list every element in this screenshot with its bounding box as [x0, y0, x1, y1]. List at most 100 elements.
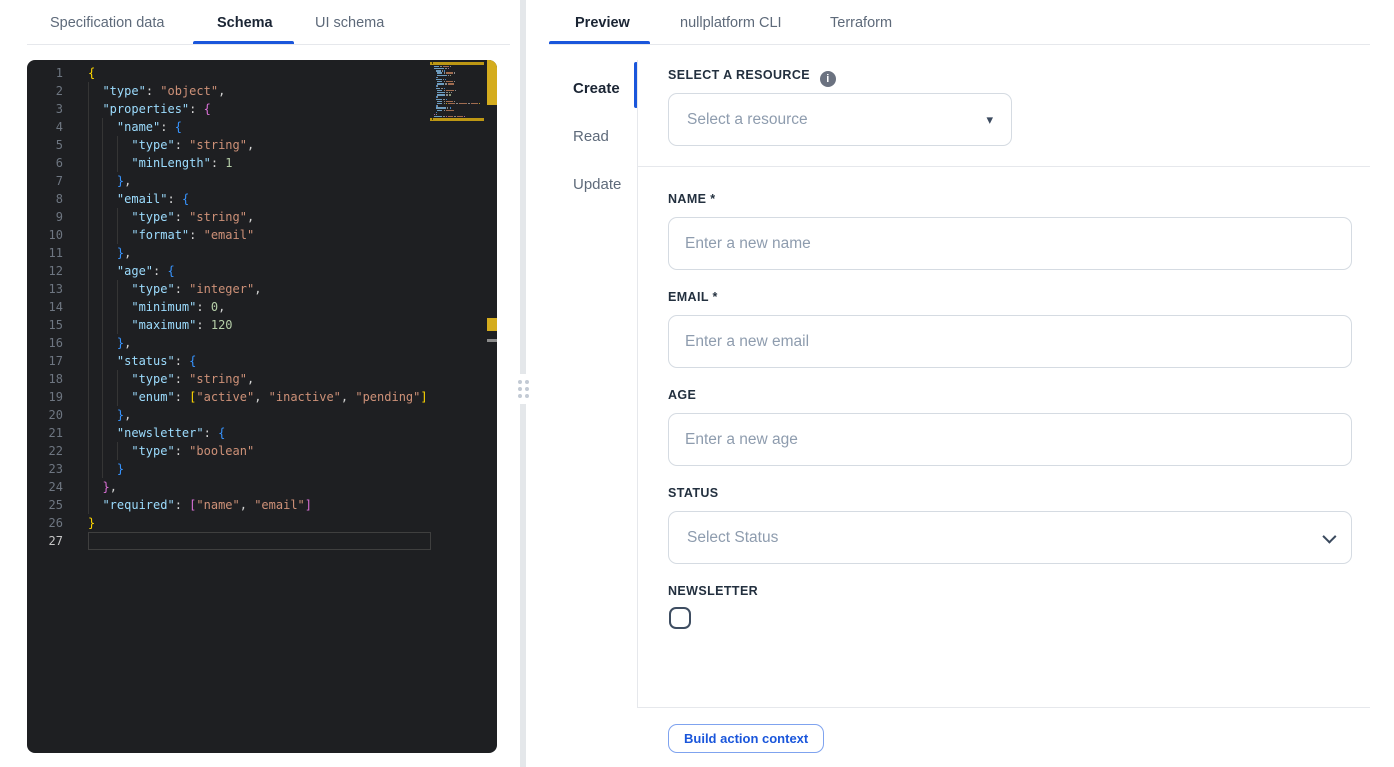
line-number: 2 [55, 84, 63, 98]
age-input[interactable] [668, 413, 1352, 466]
code-text: }, [116, 174, 132, 188]
code-text: }, [102, 480, 117, 494]
line-number: 21 [48, 426, 63, 440]
code-text: "required": ["name", "email"] [102, 498, 313, 512]
splitter-drag-handle-icon[interactable] [514, 374, 532, 404]
action-nav-update[interactable]: Update [573, 176, 621, 193]
code-lines: 1{2 "type": "object", 3 "properties": {4 … [27, 64, 497, 550]
code-text: "type": "boolean" [131, 444, 255, 458]
tab-specification-data[interactable]: Specification data [50, 15, 164, 31]
code-text: "type": "string", [131, 372, 255, 386]
tab-terraform[interactable]: Terraform [830, 15, 892, 31]
code-text: "type": "integer", [131, 282, 262, 296]
code-line: 21 "newsletter": { [27, 424, 497, 442]
overview-ruler-scroll-marker [487, 339, 497, 342]
action-nav-create[interactable]: Create [573, 80, 620, 97]
code-line: 7 }, [27, 172, 497, 190]
line-number: 19 [48, 390, 63, 404]
left-tabs-divider [27, 44, 510, 45]
tab-preview[interactable]: Preview [575, 15, 630, 31]
name-input[interactable] [668, 217, 1352, 270]
code-text: } [116, 462, 125, 476]
line-number: 25 [48, 498, 63, 512]
code-line: 8 "email": { [27, 190, 497, 208]
select-a-resource-label: SELECT A RESOURCE i [668, 68, 836, 87]
code-text: "minLength": 1 [131, 156, 233, 170]
current-line-highlight [88, 532, 431, 550]
code-text: "properties": { [102, 102, 211, 116]
code-line: 14 "minimum": 0, [27, 298, 497, 316]
code-text: "minimum": 0, [131, 300, 226, 314]
line-number: 1 [55, 66, 63, 80]
code-text: }, [116, 408, 132, 422]
code-line: 24 }, [27, 478, 497, 496]
info-icon[interactable]: i [820, 71, 836, 87]
code-text: "type": "object", [102, 84, 226, 98]
code-text: "name": { [116, 120, 182, 134]
line-number: 13 [48, 282, 63, 296]
caret-down-icon: ▾ [986, 112, 993, 127]
age-label: AGE [668, 388, 697, 402]
line-number: 7 [55, 174, 63, 188]
code-line: 16 }, [27, 334, 497, 352]
code-line: 25 "required": ["name", "email"] [27, 496, 497, 514]
overview-ruler-marker-top [487, 60, 497, 105]
code-line: 2 "type": "object", [27, 82, 497, 100]
line-number: 3 [55, 102, 63, 116]
code-line: 4 "name": { [27, 118, 497, 136]
line-number: 12 [48, 264, 63, 278]
chevron-down-icon [1322, 529, 1337, 544]
code-line: 23 } [27, 460, 497, 478]
minimap-token [432, 62, 433, 64]
code-line: 13 "type": "integer", [27, 280, 497, 298]
line-number: 6 [55, 156, 63, 170]
action-specification-page: Specification data Schema UI schema 1{2 "t… [0, 0, 1394, 767]
email-input[interactable] [668, 315, 1352, 368]
code-text: "format": "email" [131, 228, 255, 242]
code-text: "enum": ["active", "inactive", "pending"… [131, 390, 428, 404]
code-line: 1{ [27, 64, 497, 82]
status-select[interactable]: Select Status [668, 511, 1352, 564]
status-label: STATUS [668, 486, 719, 500]
code-text: } [88, 516, 96, 530]
line-number: 27 [48, 534, 63, 548]
line-number: 10 [48, 228, 63, 242]
code-text: "maximum": 120 [131, 318, 233, 332]
editor-minimap[interactable] [430, 62, 484, 123]
action-nav-read[interactable]: Read [573, 128, 609, 145]
right-tabs-divider [549, 44, 1370, 45]
footer-divider [637, 707, 1370, 708]
name-label: NAME * [668, 192, 716, 206]
actions-nav-divider [637, 60, 638, 707]
code-text: "type": "string", [131, 138, 255, 152]
resource-select[interactable]: Select a resource ▾ [668, 93, 1012, 146]
newsletter-checkbox[interactable] [669, 607, 691, 629]
minimap-line [430, 121, 484, 123]
email-label: EMAIL * [668, 290, 718, 304]
code-line: 18 "type": "string", [27, 370, 497, 388]
panel-splitter[interactable] [514, 0, 532, 767]
line-number: 11 [48, 246, 63, 260]
tab-schema[interactable]: Schema [217, 15, 273, 31]
code-line: 11 }, [27, 244, 497, 262]
line-number: 4 [55, 120, 63, 134]
line-number: 9 [55, 210, 63, 224]
code-line: 12 "age": { [27, 262, 497, 280]
line-number: 5 [55, 138, 63, 152]
line-number: 23 [48, 462, 63, 476]
tab-ui-schema[interactable]: UI schema [315, 15, 384, 31]
code-text: "age": { [116, 264, 175, 278]
code-editor[interactable]: 1{2 "type": "object", 3 "properties": {4 … [27, 60, 497, 753]
build-action-context-button[interactable]: Build action context [668, 724, 825, 753]
code-line: 10 "format": "email" [27, 226, 497, 244]
code-line: 5 "type": "string", [27, 136, 497, 154]
resource-section-divider [637, 166, 1370, 167]
line-number: 26 [48, 516, 63, 530]
code-line: 20 }, [27, 406, 497, 424]
code-text: }, [116, 336, 132, 350]
line-number: 16 [48, 336, 63, 350]
tab-nullplatform-cli[interactable]: nullplatform CLI [680, 15, 782, 31]
overview-ruler-marker-mid [487, 318, 497, 331]
resource-select-placeholder: Select a resource [687, 110, 808, 128]
line-number: 18 [48, 372, 63, 386]
